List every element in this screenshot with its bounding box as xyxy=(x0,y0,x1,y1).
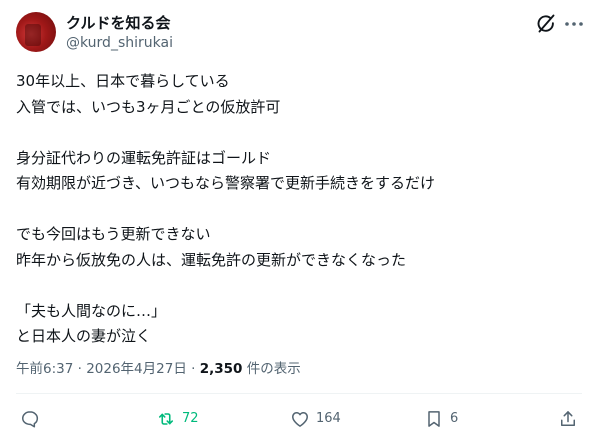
bookmark-icon xyxy=(428,411,440,427)
like-count: 164 xyxy=(316,411,341,426)
tweet-line xyxy=(16,197,576,223)
tweet-time[interactable]: 午前6:37 xyxy=(16,361,73,377)
meta-separator: · xyxy=(73,361,87,377)
meta-separator: · xyxy=(186,361,200,377)
tweet-meta: 午前6:37 · 2026年4月27日 · 2,350 件の表示 xyxy=(16,360,301,378)
views-count: 2,350 xyxy=(199,361,243,377)
share-icon xyxy=(561,411,575,426)
divider xyxy=(16,393,582,394)
display-name[interactable]: クルドを知る会 xyxy=(66,14,171,32)
tweet-line: 昨年から仮放免の人は、運転免許の更新ができなくなった xyxy=(16,250,407,269)
tweet-text: 30年以上、日本で暮らしている 入管では、いつも3ヶ月ごとの仮放許可 身分証代わ… xyxy=(16,69,576,350)
tweet-line xyxy=(16,120,576,146)
views-label: 件の表示 xyxy=(242,361,301,377)
tweet-date[interactable]: 2026年4月27日 xyxy=(86,361,187,377)
handle[interactable]: @kurd_shirukai xyxy=(66,34,173,52)
avatar[interactable] xyxy=(16,12,56,52)
repost-button[interactable]: 72 xyxy=(156,407,199,431)
more-icon[interactable] xyxy=(562,12,586,36)
repost-count: 72 xyxy=(182,411,199,426)
like-button[interactable]: 164 xyxy=(290,407,341,431)
tweet-line: と日本人の妻が泣く xyxy=(16,327,152,345)
reply-button[interactable] xyxy=(20,407,40,431)
heart-icon xyxy=(292,412,308,427)
tweet-line: でも今回はもう更新できない xyxy=(16,225,211,243)
tweet-line: 有効期限が近づき、いつもなら警察署で更新手続きをするだけ xyxy=(16,174,435,192)
reply-icon xyxy=(22,411,39,428)
tweet-line xyxy=(16,273,576,299)
grok-icon[interactable] xyxy=(534,12,558,36)
bookmark-count: 6 xyxy=(450,411,459,426)
tweet-line: 身分証代わりの運転免許証はゴールド xyxy=(16,148,272,167)
tweet-line: 30年以上、日本で暮らしている xyxy=(16,72,230,90)
share-button[interactable] xyxy=(558,407,578,431)
repost-icon xyxy=(158,413,174,425)
tweet-line: 「夫も人間なのに…」 xyxy=(16,301,167,320)
bookmark-button[interactable]: 6 xyxy=(424,407,458,431)
tweet-line: 入管では、いつも3ヶ月ごとの仮放許可 xyxy=(16,97,281,116)
